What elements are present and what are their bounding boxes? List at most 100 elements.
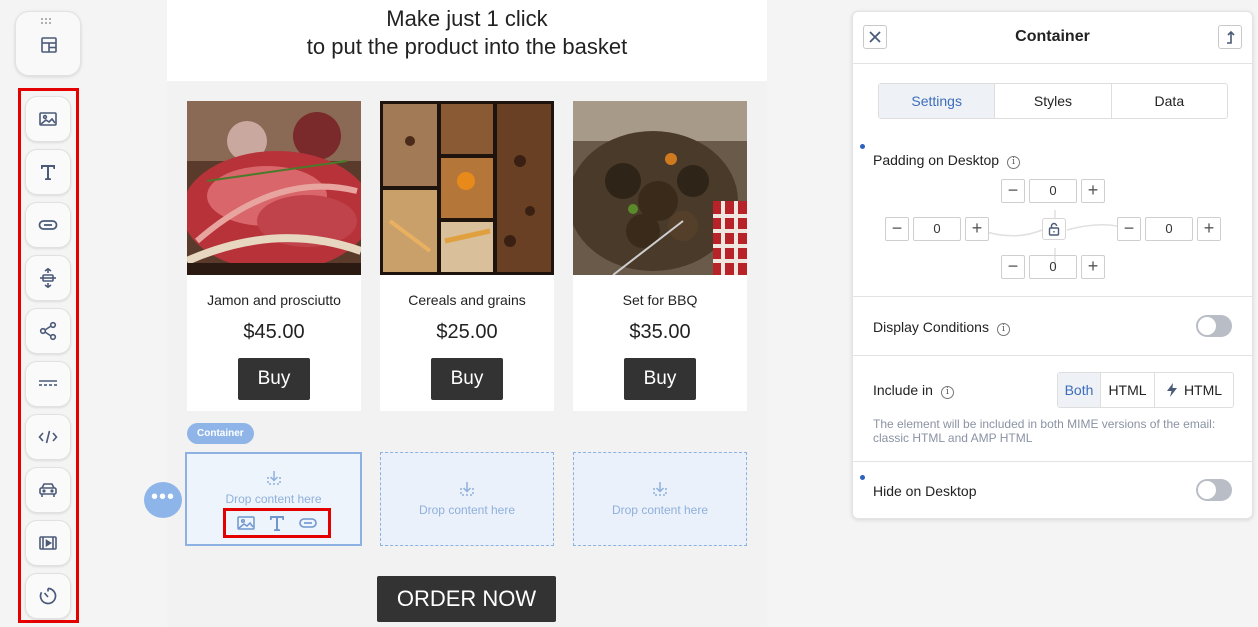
blocks-panel-handle[interactable] [15, 11, 81, 76]
code-icon [38, 430, 58, 444]
products-row: Jamon and prosciutto $45.00 Buy Cereals … [167, 81, 767, 431]
hide-on-desktop-label: Hide on Desktop [873, 483, 977, 499]
jamon-photo [187, 101, 361, 275]
social-block-button[interactable] [25, 308, 71, 354]
product-card-bbq[interactable]: Set for BBQ $35.00 Buy [573, 101, 747, 411]
container-tag[interactable]: Container [187, 423, 254, 444]
changed-indicator-dot [860, 144, 865, 149]
decrement-button[interactable]: − [1001, 179, 1025, 203]
drop-zone-text: Drop content here [225, 492, 322, 506]
container-settings-panel: Container Settings Styles Data Padding o… [852, 11, 1253, 519]
spacer-icon [40, 267, 56, 289]
timer-icon [39, 587, 57, 605]
product-price: $25.00 [436, 321, 498, 343]
padding-right-value[interactable]: 0 [1145, 217, 1193, 241]
tab-settings[interactable]: Settings [879, 84, 996, 118]
include-both-option[interactable]: Both [1058, 373, 1101, 407]
padding-left-stepper: − 0 + [885, 217, 989, 241]
image-block-button[interactable] [25, 96, 71, 142]
info-icon[interactable]: i [940, 386, 954, 399]
button-block-button[interactable] [25, 202, 71, 248]
drop-zone-1[interactable]: Drop content here [185, 452, 362, 546]
buy-button[interactable]: Buy [238, 358, 310, 400]
hide-on-desktop-toggle[interactable] [1196, 479, 1232, 501]
display-conditions-label: Display Conditions [873, 319, 989, 335]
share-icon [39, 321, 57, 341]
headline-line-2: to put the product into the basket [306, 34, 628, 59]
car-icon [39, 483, 57, 497]
text-icon[interactable] [267, 514, 287, 532]
padding-link-button[interactable] [1042, 218, 1066, 240]
increment-button[interactable]: + [965, 217, 989, 241]
product-image-bbq[interactable] [573, 101, 747, 275]
timer-block-button[interactable] [25, 573, 71, 619]
increment-button[interactable]: + [1081, 179, 1105, 203]
drop-download-icon [266, 471, 281, 485]
product-card-cereals[interactable]: Cereals and grains $25.00 Buy [380, 101, 554, 411]
spacer-block-button[interactable] [25, 255, 71, 301]
include-in-hint: The element will be included in both MIM… [873, 417, 1216, 445]
panel-header: Container [853, 12, 1252, 64]
info-icon[interactable]: i [1007, 156, 1021, 169]
button-icon[interactable] [298, 514, 318, 532]
tab-data[interactable]: Data [1112, 84, 1227, 118]
divider [853, 355, 1252, 356]
product-price: $35.00 [629, 321, 691, 343]
order-now-button[interactable]: ORDER NOW [377, 576, 556, 622]
drag-grip-icon[interactable] [41, 18, 55, 26]
padding-top-value[interactable]: 0 [1029, 179, 1077, 203]
padding-label-row: Padding on Desktop i [873, 152, 1021, 169]
menu-block-button[interactable] [25, 467, 71, 513]
padding-left-value[interactable]: 0 [913, 217, 961, 241]
decrement-button[interactable]: − [1001, 255, 1025, 279]
drop-download-icon [460, 482, 474, 496]
increment-button[interactable]: + [1197, 217, 1221, 241]
product-image-jamon[interactable] [187, 101, 361, 275]
arrow-up-icon [1227, 30, 1235, 44]
include-html-option[interactable]: HTML [1101, 373, 1155, 407]
html-block-button[interactable] [25, 414, 71, 460]
video-icon [39, 536, 57, 550]
decrement-button[interactable]: − [1117, 217, 1141, 241]
product-card-jamon[interactable]: Jamon and prosciutto $45.00 Buy [187, 101, 361, 411]
buy-button[interactable]: Buy [431, 358, 503, 400]
image-icon[interactable] [236, 514, 256, 532]
product-image-cereals[interactable] [380, 101, 554, 275]
product-price: $45.00 [243, 321, 305, 343]
text-block-button[interactable] [25, 149, 71, 195]
include-in-row: Include in i [873, 382, 954, 399]
divider-block-button[interactable] [25, 361, 71, 407]
product-name: Cereals and grains [408, 292, 526, 308]
drop-download-icon [653, 482, 667, 496]
text-icon [41, 165, 55, 180]
divider [853, 461, 1252, 462]
cereals-photo [380, 101, 554, 275]
container-row[interactable]: Container Drop content here Drop content… [167, 423, 767, 547]
panel-tabs: Settings Styles Data [878, 83, 1228, 119]
padding-bottom-value[interactable]: 0 [1029, 255, 1077, 279]
drop-zone-2[interactable]: Drop content here [380, 452, 554, 546]
buy-button[interactable]: Buy [624, 358, 696, 400]
include-amp-html-option[interactable]: HTML [1155, 373, 1233, 407]
unlock-icon [1048, 222, 1060, 236]
increment-button[interactable]: + [1081, 255, 1105, 279]
video-block-button[interactable] [25, 520, 71, 566]
more-options-icon[interactable]: ••• [144, 482, 182, 518]
padding-right-stepper: − 0 + [1117, 217, 1221, 241]
tab-styles[interactable]: Styles [995, 84, 1112, 118]
drop-zone-3[interactable]: Drop content here [573, 452, 747, 546]
headline-block[interactable]: Make just 1 click to put the product int… [167, 0, 767, 81]
drop-zone-text: Drop content here [611, 503, 709, 517]
info-icon[interactable]: i [996, 323, 1010, 336]
include-in-label: Include in [873, 382, 933, 398]
product-name: Set for BBQ [622, 292, 698, 308]
select-parent-button[interactable] [1218, 25, 1242, 49]
display-conditions-toggle[interactable] [1196, 315, 1232, 337]
decrement-button[interactable]: − [885, 217, 909, 241]
layout-blocks-icon[interactable] [39, 35, 59, 55]
lightning-icon [1166, 383, 1177, 397]
padding-top-stepper: − 0 + [1001, 179, 1105, 203]
button-icon [38, 220, 58, 230]
drop-quick-tools [223, 508, 331, 538]
headline-line-1: Make just 1 click [386, 6, 548, 31]
